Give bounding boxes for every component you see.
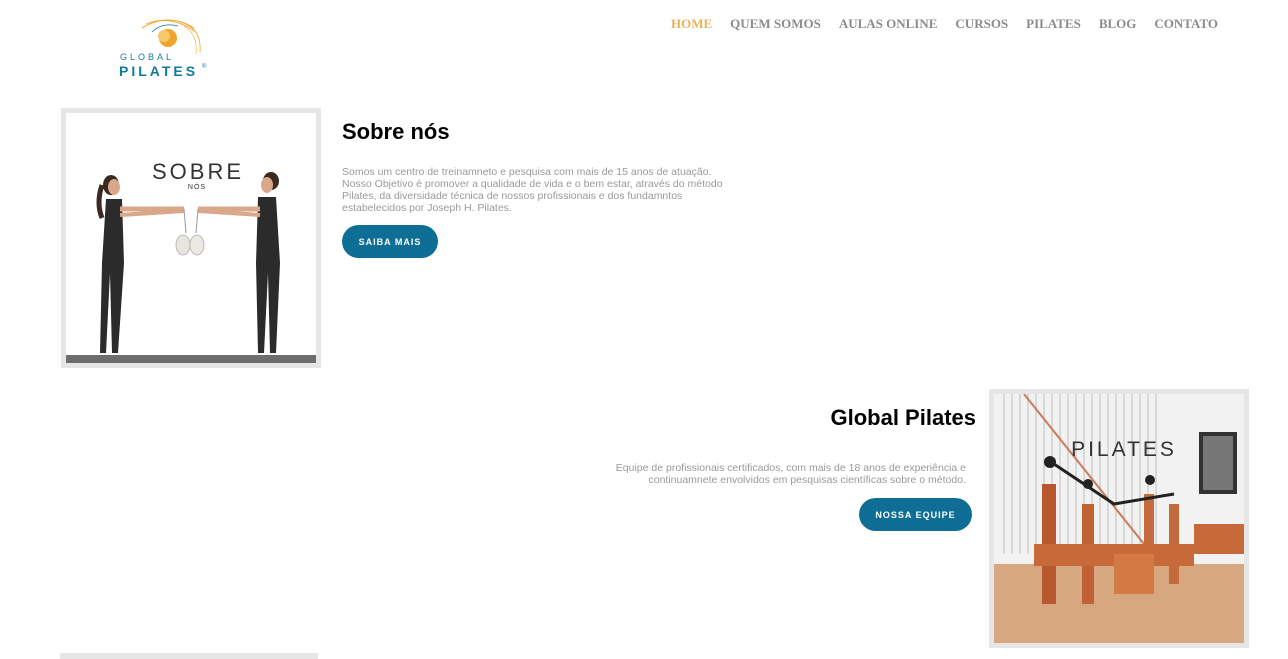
nav-item-home[interactable]: HOME (671, 16, 712, 32)
pilates-image-frame: PILATES (989, 389, 1249, 648)
nav-item-aulas-online[interactable]: AULAS ONLINE (839, 16, 938, 32)
nav-item-contato[interactable]: CONTATO (1154, 16, 1218, 32)
next-section-image-frame (60, 653, 318, 659)
nav-item-quem-somos[interactable]: QUEM SOMOS (730, 16, 821, 32)
global-pilates-text: Equipe de profissionais certificados, co… (615, 462, 966, 486)
pilates-studio-icon (994, 394, 1244, 643)
about-image: SOBRE NÓS (66, 113, 316, 363)
nav-item-pilates[interactable]: PILATES (1026, 16, 1081, 32)
logo[interactable]: GLOBAL PILATES ® (118, 18, 210, 82)
main-nav: HOME QUEM SOMOS AULAS ONLINE CURSOS PILA… (671, 16, 1218, 32)
floor-mat (66, 355, 316, 363)
pilates-image-title: PILATES (1071, 438, 1177, 461)
about-image-frame: SOBRE NÓS (61, 108, 321, 368)
logo-pilates-text: PILATES (119, 63, 199, 79)
pilates-image: PILATES (994, 394, 1244, 643)
nossa-equipe-button[interactable]: NOSSA EQUIPE (859, 498, 972, 531)
about-heading: Sobre nós (342, 119, 450, 144)
two-women-figure-icon (96, 172, 280, 353)
logo-global-text: GLOBAL (120, 52, 175, 62)
global-pilates-heading: Global Pilates (830, 405, 977, 430)
registered-mark: ® (202, 64, 207, 70)
about-text: Somos um centro de treinamneto e pesquis… (342, 166, 723, 214)
nav-item-blog[interactable]: BLOG (1099, 16, 1137, 32)
page: GLOBAL PILATES ® HOME QUEM SOMOS AULAS O… (0, 0, 1288, 659)
saiba-mais-button[interactable]: SAIBA MAIS (342, 225, 438, 258)
nav-item-cursos[interactable]: CURSOS (955, 16, 1008, 32)
